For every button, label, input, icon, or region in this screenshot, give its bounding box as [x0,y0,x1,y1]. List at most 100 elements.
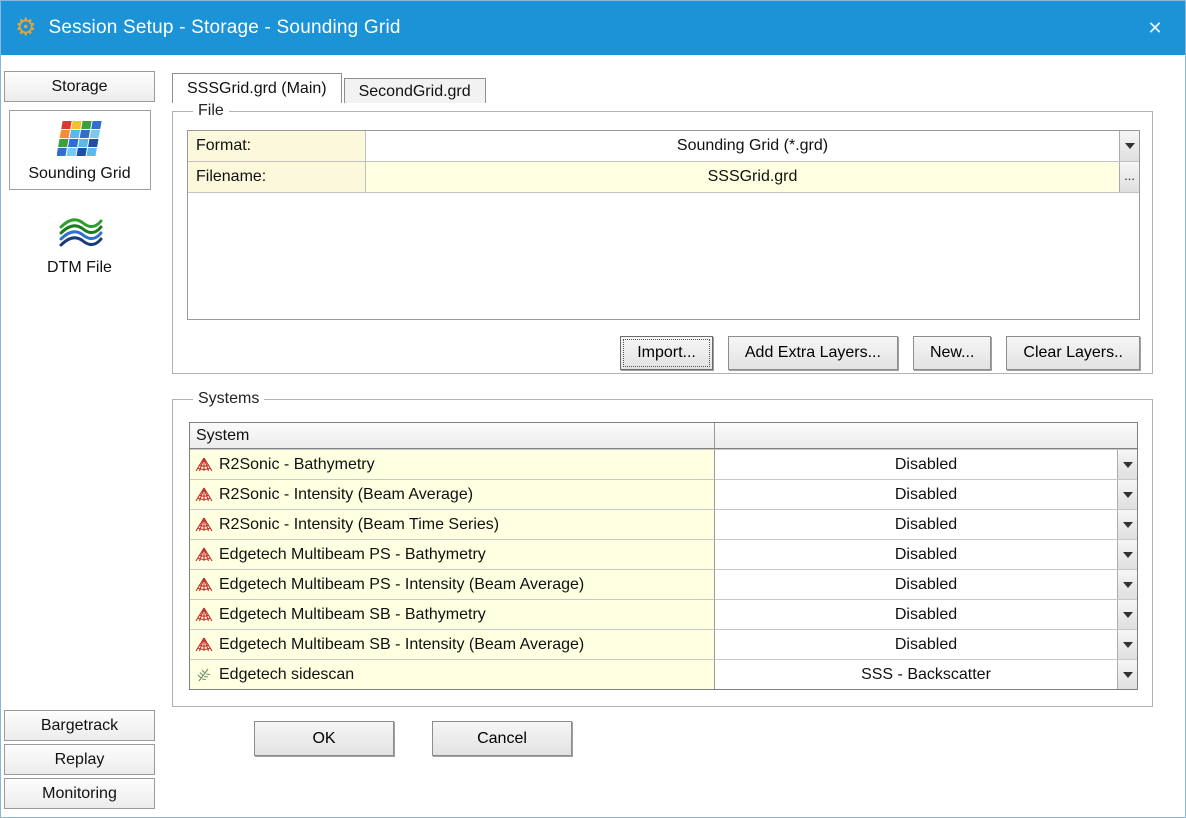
multibeam-icon [195,637,213,653]
system-name-cell: Edgetech Multibeam SB - Intensity (Beam … [190,629,715,659]
table-header-row: System [190,423,1137,449]
import-button[interactable]: Import... [620,336,713,370]
column-header-system: System [190,423,715,449]
system-mode-select[interactable]: Disabled [715,449,1137,479]
session-setup-dialog: ⚙ Session Setup - Storage - Sounding Gri… [0,0,1186,818]
sidescan-icon [195,667,213,683]
system-name: Edgetech Multibeam PS - Bathymetry [219,546,486,564]
system-name-cell: R2Sonic - Intensity (Beam Time Series) [190,509,715,539]
titlebar: ⚙ Session Setup - Storage - Sounding Gri… [1,1,1185,55]
system-name: Edgetech sidescan [219,666,354,684]
systems-group-title: Systems [193,390,264,408]
system-mode-value: Disabled [895,486,957,504]
filename-row: Filename: SSSGrid.grd ... [188,162,1139,193]
multibeam-icon [195,607,213,623]
format-row: Format: Sounding Grid (*.grd) [188,131,1139,162]
multibeam-icon [195,517,213,533]
multibeam-icon [195,577,213,593]
mode-dropdown-button[interactable] [1117,570,1137,599]
chevron-down-icon [1123,522,1133,528]
table-row: Edgetech Multibeam SB - Bathymetry Disab… [190,599,1137,629]
mode-dropdown-button[interactable] [1117,600,1137,629]
sidebar: Storage Sounding Grid [1,55,158,818]
multibeam-icon [195,457,213,473]
ok-button[interactable]: OK [254,721,394,756]
table-row: Edgetech sidescan SSS - Backscatter [190,659,1137,689]
sidebar-item-label: Sounding Grid [28,165,130,183]
tab-bar: SSSGrid.grd (Main) SecondGrid.grd [172,75,1153,103]
sidebar-item-sounding-grid[interactable]: Sounding Grid [9,110,151,190]
system-name: R2Sonic - Intensity (Beam Time Series) [219,516,499,534]
system-mode-select[interactable]: Disabled [715,509,1137,539]
system-mode-value: Disabled [895,546,957,564]
chevron-down-icon [1123,492,1133,498]
format-select[interactable]: Sounding Grid (*.grd) [366,131,1139,161]
mode-dropdown-button[interactable] [1117,480,1137,509]
system-name-cell: Edgetech Multibeam PS - Intensity (Beam … [190,569,715,599]
mode-dropdown-button[interactable] [1117,630,1137,659]
new-button[interactable]: New... [913,336,991,370]
main-panel: SSSGrid.grd (Main) SecondGrid.grd File F… [158,55,1185,818]
system-mode-select[interactable]: Disabled [715,629,1137,659]
system-name-cell: Edgetech sidescan [190,659,715,689]
add-extra-layers-button[interactable]: Add Extra Layers... [728,336,898,370]
multibeam-icon [195,487,213,503]
system-mode-select[interactable]: SSS - Backscatter [715,659,1137,689]
sounding-grid-icon [57,119,103,159]
system-mode-value: Disabled [895,576,957,594]
system-mode-select[interactable]: Disabled [715,599,1137,629]
gear-icon: ⚙ [15,16,37,40]
system-mode-value: Disabled [895,516,957,534]
system-mode-value: Disabled [895,606,957,624]
sidebar-section-bargetrack[interactable]: Bargetrack [4,710,155,741]
system-name: Edgetech Multibeam SB - Bathymetry [219,606,486,624]
format-dropdown-button[interactable] [1119,131,1139,161]
mode-dropdown-button[interactable] [1117,660,1137,689]
tab-sssgrid-main[interactable]: SSSGrid.grd (Main) [172,73,342,103]
tab-secondgrid[interactable]: SecondGrid.grd [344,78,486,103]
filename-field[interactable]: SSSGrid.grd ... [366,162,1139,192]
format-value: Sounding Grid (*.grd) [677,137,828,155]
chevron-down-icon [1125,143,1135,149]
chevron-down-icon [1123,642,1133,648]
system-name: R2Sonic - Intensity (Beam Average) [219,486,473,504]
system-mode-select[interactable]: Disabled [715,539,1137,569]
chevron-down-icon [1123,552,1133,558]
sidebar-section-replay[interactable]: Replay [4,744,155,775]
table-row: R2Sonic - Intensity (Beam Time Series) D… [190,509,1137,539]
column-header-mode [715,423,1137,449]
clear-layers-button[interactable]: Clear Layers.. [1006,336,1140,370]
dialog-footer: OK Cancel [172,721,1153,756]
table-row: Edgetech Multibeam PS - Intensity (Beam … [190,569,1137,599]
sidebar-section-storage[interactable]: Storage [4,71,155,102]
mode-dropdown-button[interactable] [1117,510,1137,539]
cancel-button[interactable]: Cancel [432,721,572,756]
mode-dropdown-button[interactable] [1117,540,1137,569]
table-row: R2Sonic - Intensity (Beam Average) Disab… [190,479,1137,509]
sidebar-item-label: DTM File [47,259,112,277]
system-mode-select[interactable]: Disabled [715,569,1137,599]
ellipsis-icon: ... [1124,169,1135,186]
sidebar-item-dtm-file[interactable]: DTM File [9,204,151,284]
chevron-down-icon [1123,612,1133,618]
system-name: Edgetech Multibeam PS - Intensity (Beam … [219,576,584,594]
system-mode-select[interactable]: Disabled [715,479,1137,509]
system-name: R2Sonic - Bathymetry [219,456,375,474]
systems-table: System R2Sonic - Bathymetry [189,422,1138,690]
multibeam-icon [195,547,213,563]
chevron-down-icon [1123,462,1133,468]
sidebar-section-monitoring[interactable]: Monitoring [4,778,155,809]
file-buttons: Import... Add Extra Layers... New... Cle… [187,336,1140,370]
mode-dropdown-button[interactable] [1117,450,1137,479]
chevron-down-icon [1123,672,1133,678]
file-group-title: File [193,102,229,120]
chevron-down-icon [1123,582,1133,588]
filename-value: SSSGrid.grd [708,168,798,186]
system-name-cell: Edgetech Multibeam SB - Bathymetry [190,599,715,629]
system-name: Edgetech Multibeam SB - Intensity (Beam … [219,636,584,654]
table-row: Edgetech Multibeam SB - Intensity (Beam … [190,629,1137,659]
close-button[interactable]: ✕ [1133,8,1177,48]
browse-button[interactable]: ... [1119,162,1139,192]
system-name-cell: Edgetech Multibeam PS - Bathymetry [190,539,715,569]
filename-label: Filename: [188,162,366,192]
